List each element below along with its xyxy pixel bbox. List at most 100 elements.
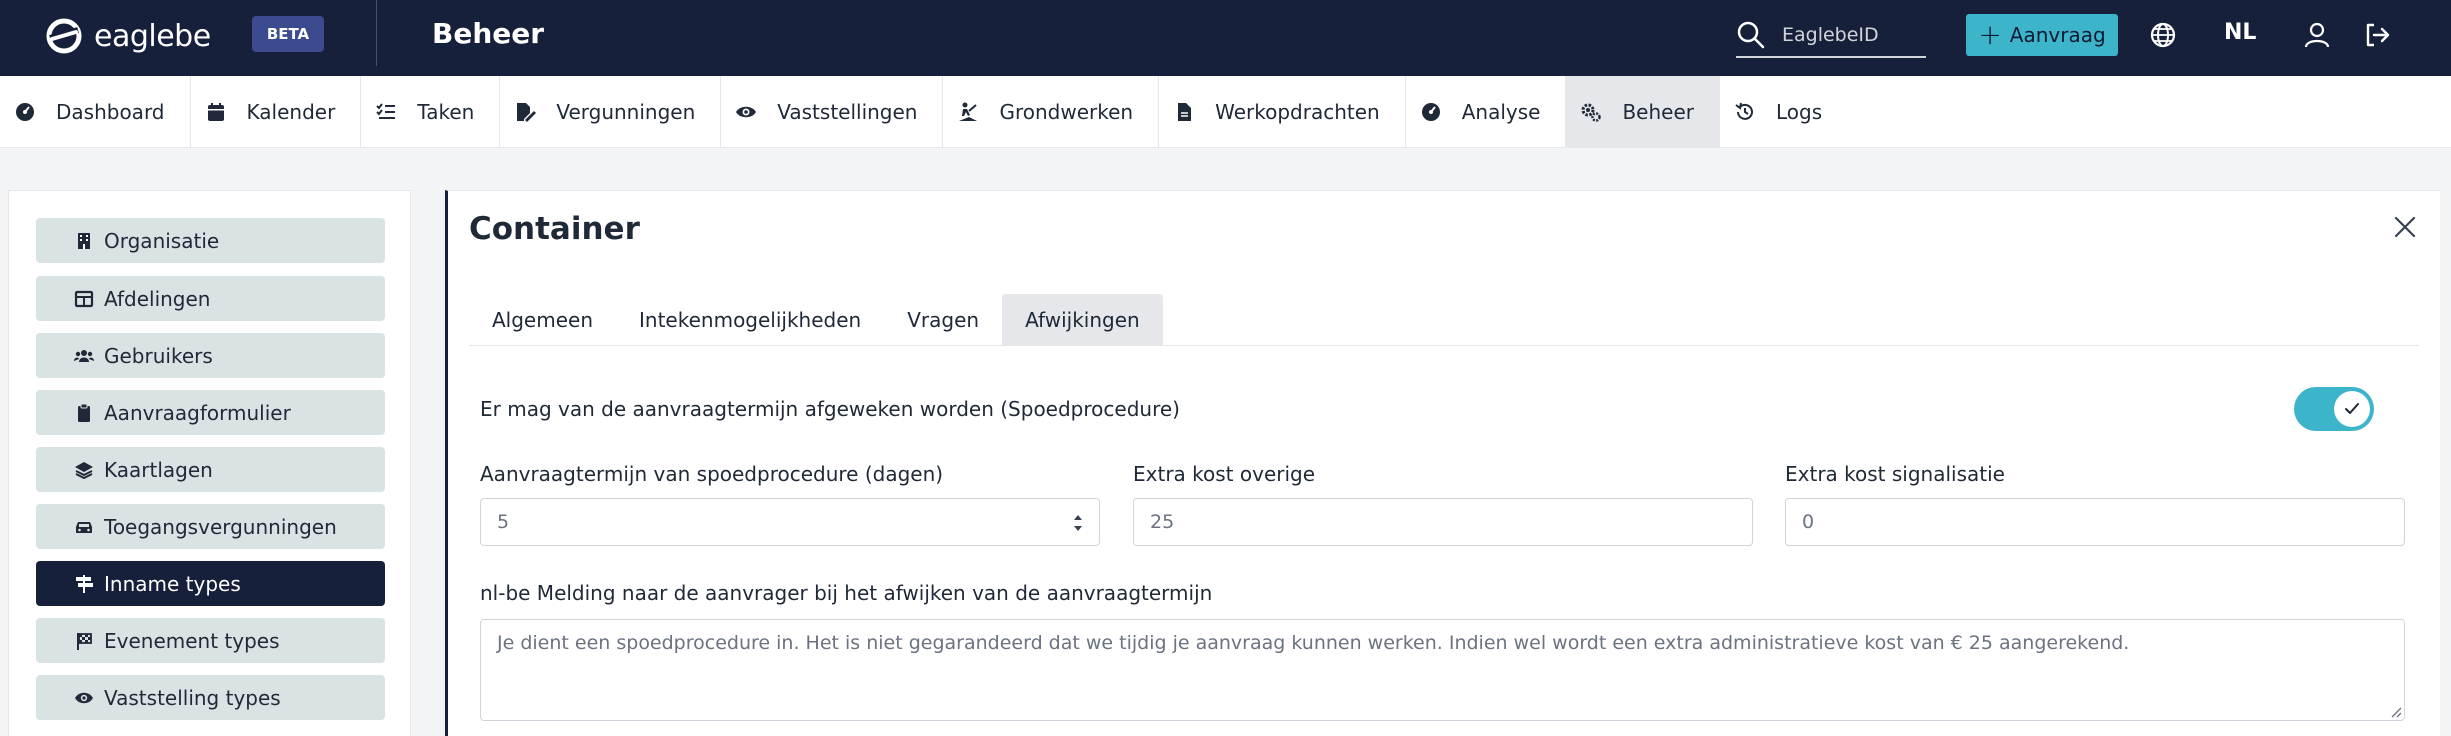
logo-text: eaglebe xyxy=(94,18,211,54)
gauge-icon xyxy=(16,103,34,121)
sidebar-item-gebruikers[interactable]: Gebruikers xyxy=(36,333,385,378)
panel-tabs: Algemeen Intekenmogelijkheden Vragen Afw… xyxy=(469,294,2419,346)
nav-item-label: Werkopdrachten xyxy=(1215,100,1380,124)
clipboard-icon xyxy=(78,403,90,422)
top-bar: eaglebe BETA Beheer + Aanvraag NL xyxy=(0,0,2451,76)
panel-title: Container xyxy=(469,211,640,247)
tab-afwijkingen[interactable]: Afwijkingen xyxy=(1002,294,1163,346)
car-icon xyxy=(76,521,92,533)
sidebar-item-organisatie[interactable]: Organisatie xyxy=(36,218,385,263)
nav-item-dashboard[interactable]: Dashboard xyxy=(0,76,191,148)
sidebar-item-vaststelling-types[interactable]: Vaststelling types xyxy=(36,675,385,720)
extra-kost-signalisatie-label: Extra kost signalisatie xyxy=(1785,462,2005,486)
users-icon xyxy=(74,349,94,362)
search-box xyxy=(1736,14,1926,58)
nav-item-label: Logs xyxy=(1776,100,1823,124)
plus-icon: + xyxy=(1978,18,2002,51)
eaglebe-logo-icon xyxy=(46,18,82,54)
sidebar-item-label: Kaartlagen xyxy=(104,457,213,482)
extra-kost-overige-input[interactable]: 25 xyxy=(1133,498,1753,546)
search-icon[interactable] xyxy=(1736,20,1766,50)
sidebar-item-evenement-types[interactable]: Evenement types xyxy=(36,618,385,663)
sidebar-item-label: Vaststelling types xyxy=(104,685,281,710)
nav-item-grondwerken[interactable]: Grondwerken xyxy=(943,76,1160,148)
nav-item-label: Grondwerken xyxy=(999,100,1134,124)
nav-item-taken[interactable]: Taken xyxy=(361,76,501,148)
logout-icon[interactable] xyxy=(2362,20,2392,50)
gauge-icon xyxy=(1421,103,1440,121)
extra-kost-signalisatie-value: 0 xyxy=(1802,511,1815,533)
sidebar-item-label: Afdelingen xyxy=(104,286,211,311)
nav-item-kalender[interactable]: Kalender xyxy=(191,76,362,148)
sidebar-item-label: Organisatie xyxy=(104,228,220,253)
tab-algemeen[interactable]: Algemeen xyxy=(469,294,616,346)
sidebar-item-afdelingen[interactable]: Afdelingen xyxy=(36,276,385,321)
nav-item-logs[interactable]: Logs xyxy=(1720,76,1847,148)
header-divider xyxy=(376,0,377,66)
sidebar-item-label: Inname types xyxy=(104,571,241,596)
sidebar-item-toegangsvergunningen[interactable]: Toegangsvergunningen xyxy=(36,504,385,549)
close-icon[interactable] xyxy=(2391,213,2419,241)
extra-kost-overige-label: Extra kost overige xyxy=(1133,462,1316,486)
number-stepper-icon[interactable] xyxy=(1071,511,1085,535)
calendar-icon xyxy=(207,103,224,121)
melding-text: Je dient een spoedprocedure in. Het is n… xyxy=(497,632,2130,654)
nav-item-analyse[interactable]: Analyse xyxy=(1406,76,1567,148)
sidebar-item-label: Toegangsvergunningen xyxy=(104,514,337,539)
tasks-icon xyxy=(376,103,396,119)
nav-item-label: Dashboard xyxy=(56,100,165,124)
nav-item-label: Vergunningen xyxy=(556,100,696,124)
flag-icon xyxy=(77,632,92,650)
table-icon xyxy=(74,290,94,307)
extra-kost-overige-value: 25 xyxy=(1150,511,1175,533)
new-request-label: Aanvraag xyxy=(2009,23,2106,47)
eye-icon xyxy=(736,106,757,118)
nav-item-vergunningen[interactable]: Vergunningen xyxy=(500,76,722,148)
signs-icon xyxy=(76,574,93,593)
nav-item-werkopdrachten[interactable]: Werkopdrachten xyxy=(1159,76,1406,148)
file-signature-icon xyxy=(517,103,537,122)
eye-icon xyxy=(75,692,93,703)
file-icon xyxy=(1178,103,1192,121)
spoed-termijn-label: Aanvraagtermijn van spoedprocedure (dage… xyxy=(480,462,944,486)
sidebar-item-aanvraagformulier[interactable]: Aanvraagformulier xyxy=(36,390,385,435)
extra-kost-signalisatie-input[interactable]: 0 xyxy=(1785,498,2405,546)
tab-vragen[interactable]: Vragen xyxy=(884,294,1002,346)
nav-item-label: Taken xyxy=(417,100,475,124)
history-icon xyxy=(1735,102,1753,120)
beta-badge: BETA xyxy=(252,16,324,52)
cogs-icon xyxy=(1581,103,1602,122)
spoedprocedure-toggle[interactable] xyxy=(2294,387,2374,431)
nav-item-vaststellingen[interactable]: Vaststellingen xyxy=(721,76,944,148)
sidebar-item-label: Aanvraagformulier xyxy=(104,400,291,425)
sidebar-item-label: Evenement types xyxy=(104,628,280,653)
spoed-termijn-input[interactable]: 5 xyxy=(480,498,1100,546)
resize-handle-icon[interactable] xyxy=(2388,704,2402,718)
toggle-knob xyxy=(2334,391,2370,427)
new-request-button[interactable]: + Aanvraag xyxy=(1966,14,2118,56)
sidebar-item-inname-types[interactable]: Inname types xyxy=(36,561,385,606)
sidebar-item-label: Gebruikers xyxy=(104,343,213,368)
detail-panel: Container Algemeen Intekenmogelijkheden … xyxy=(445,190,2440,736)
nav-item-label: Vaststellingen xyxy=(777,100,918,124)
nav-item-label: Beheer xyxy=(1622,100,1694,124)
tab-intekenmogelijkheden[interactable]: Intekenmogelijkheden xyxy=(616,294,884,346)
logo[interactable]: eaglebe xyxy=(44,16,211,56)
nav-item-beheer[interactable]: Beheer xyxy=(1566,76,1720,148)
globe-icon[interactable] xyxy=(2148,20,2178,50)
app-title: Beheer xyxy=(432,17,545,50)
spoed-termijn-value: 5 xyxy=(497,511,510,533)
check-icon xyxy=(2345,403,2359,414)
melding-label: nl-be Melding naar de aanvrager bij het … xyxy=(480,581,1213,605)
language-selector[interactable]: NL xyxy=(2224,20,2256,45)
main-nav: Dashboard Kalender Taken Vergunningen Va… xyxy=(0,76,2451,148)
settings-sidebar: Organisatie Afdelingen Gebruikers Aanvra… xyxy=(8,190,411,736)
nav-item-label: Analyse xyxy=(1461,100,1541,124)
nav-item-label: Kalender xyxy=(246,100,336,124)
digging-icon xyxy=(959,102,978,121)
user-icon[interactable] xyxy=(2302,20,2332,50)
sidebar-item-kaartlagen[interactable]: Kaartlagen xyxy=(36,447,385,492)
spoedprocedure-toggle-label: Er mag van de aanvraagtermijn afgeweken … xyxy=(480,397,1180,421)
search-input[interactable] xyxy=(1782,24,1912,46)
melding-textarea[interactable]: Je dient een spoedprocedure in. Het is n… xyxy=(480,619,2405,721)
